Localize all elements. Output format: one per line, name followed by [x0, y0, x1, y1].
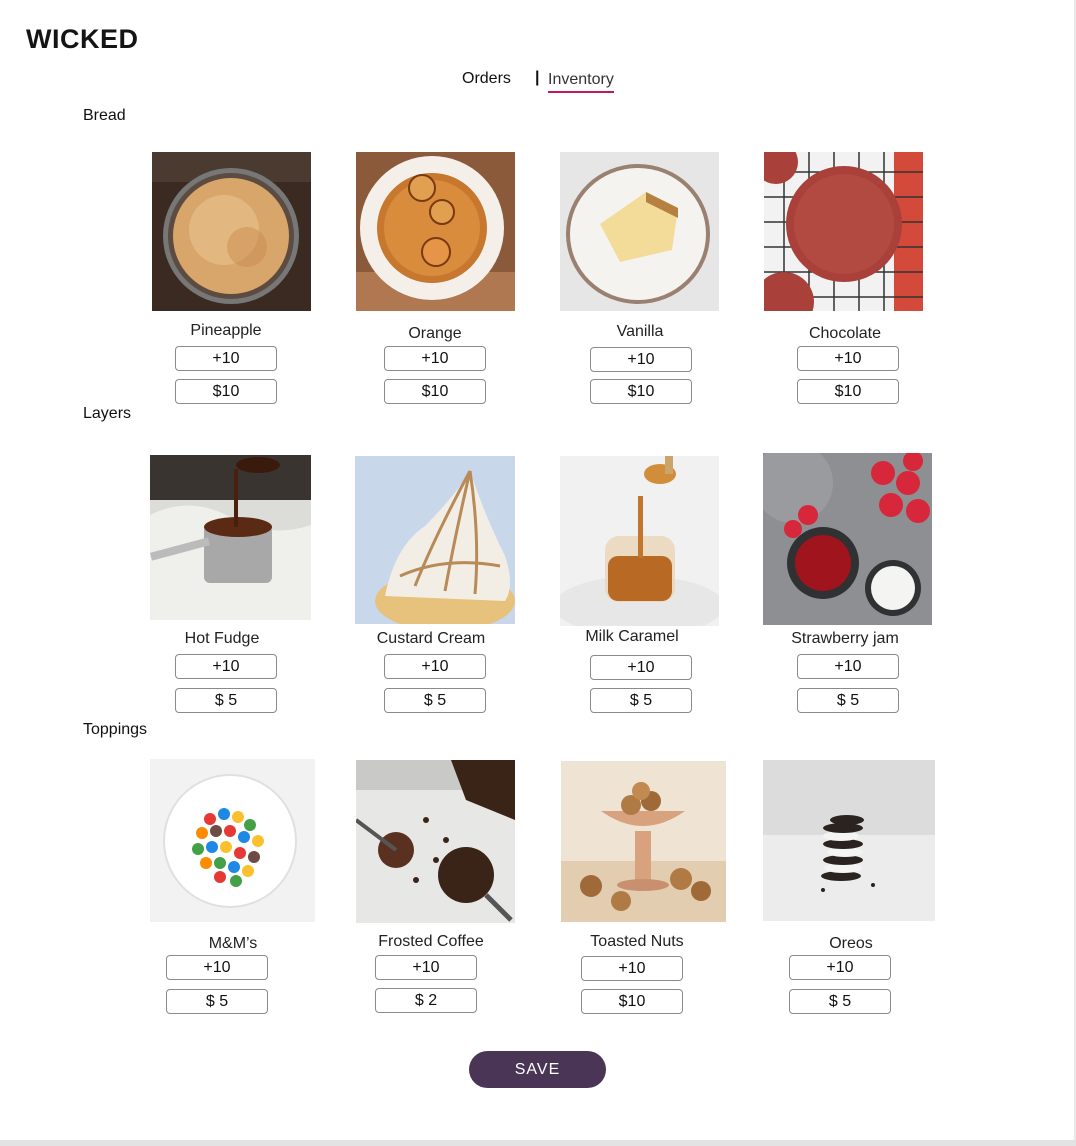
- strawberry-jam-image: [763, 453, 932, 625]
- chocolate-cake-image: [764, 152, 923, 311]
- nav-separator: |: [535, 69, 540, 86]
- vanilla-cake-image: [560, 152, 719, 311]
- orange-cake-image: [356, 152, 515, 311]
- quantity-field[interactable]: +10: [384, 654, 486, 679]
- section-title-bread: Bread: [83, 107, 126, 124]
- wicked-logo[interactable]: WICKED: [26, 24, 139, 55]
- quantity-field[interactable]: +10: [789, 955, 891, 980]
- item-name: Pineapple: [190, 322, 262, 339]
- item-name: Orange: [408, 325, 462, 342]
- nav-orders-link[interactable]: Orders: [462, 70, 511, 88]
- quantity-field[interactable]: +10: [590, 655, 692, 680]
- custard-cream-image: [355, 456, 515, 624]
- price-field[interactable]: $10: [384, 379, 486, 404]
- item-name: Milk Caramel: [585, 628, 679, 645]
- page-bottom-edge: [0, 1140, 1076, 1146]
- toasted-nuts-image: [561, 761, 726, 922]
- logo-text: WICKED: [26, 24, 139, 54]
- mms-image: [150, 759, 315, 922]
- quantity-field[interactable]: +10: [797, 654, 899, 679]
- save-button[interactable]: SAVE: [469, 1051, 606, 1088]
- price-field[interactable]: $ 2: [375, 988, 477, 1013]
- frosted-coffee-image: [356, 760, 515, 923]
- quantity-field[interactable]: +10: [590, 347, 692, 372]
- nav-inventory-link[interactable]: Inventory: [548, 71, 614, 93]
- section-title-layers: Layers: [83, 405, 132, 422]
- inventory-page: WICKED Orders | Inventory Bread Pineappl…: [0, 0, 1076, 1146]
- item-name: Toasted Nuts: [590, 933, 684, 950]
- price-field[interactable]: $10: [590, 379, 692, 404]
- price-field[interactable]: $ 5: [797, 688, 899, 713]
- price-field[interactable]: $ 5: [590, 688, 692, 713]
- price-field[interactable]: $ 5: [166, 989, 268, 1014]
- pineapple-cake-image: [152, 152, 311, 311]
- quantity-field[interactable]: +10: [175, 654, 277, 679]
- price-field[interactable]: $ 5: [175, 688, 277, 713]
- quantity-field[interactable]: +10: [166, 955, 268, 980]
- quantity-field[interactable]: +10: [797, 346, 899, 371]
- item-name: Chocolate: [808, 325, 882, 342]
- milk-caramel-image: [560, 456, 719, 626]
- oreos-image: [763, 760, 935, 921]
- quantity-field[interactable]: +10: [175, 346, 277, 371]
- quantity-field[interactable]: +10: [384, 346, 486, 371]
- section-title-toppings: Toppings: [83, 721, 148, 738]
- price-field[interactable]: $10: [581, 989, 683, 1014]
- item-name: Oreos: [829, 935, 873, 952]
- hot-fudge-image: [150, 455, 311, 620]
- quantity-field[interactable]: +10: [375, 955, 477, 980]
- price-field[interactable]: $ 5: [789, 989, 891, 1014]
- item-name: Vanilla: [616, 323, 664, 340]
- item-name: Hot Fudge: [184, 630, 260, 647]
- item-name: Frosted Coffee: [378, 933, 484, 950]
- item-name: Strawberry jam: [791, 630, 899, 647]
- item-name: M&M’s: [208, 935, 258, 952]
- quantity-field[interactable]: +10: [581, 956, 683, 981]
- item-name: Custard Cream: [376, 630, 486, 647]
- price-field[interactable]: $ 5: [384, 688, 486, 713]
- price-field[interactable]: $10: [175, 379, 277, 404]
- price-field[interactable]: $10: [797, 379, 899, 404]
